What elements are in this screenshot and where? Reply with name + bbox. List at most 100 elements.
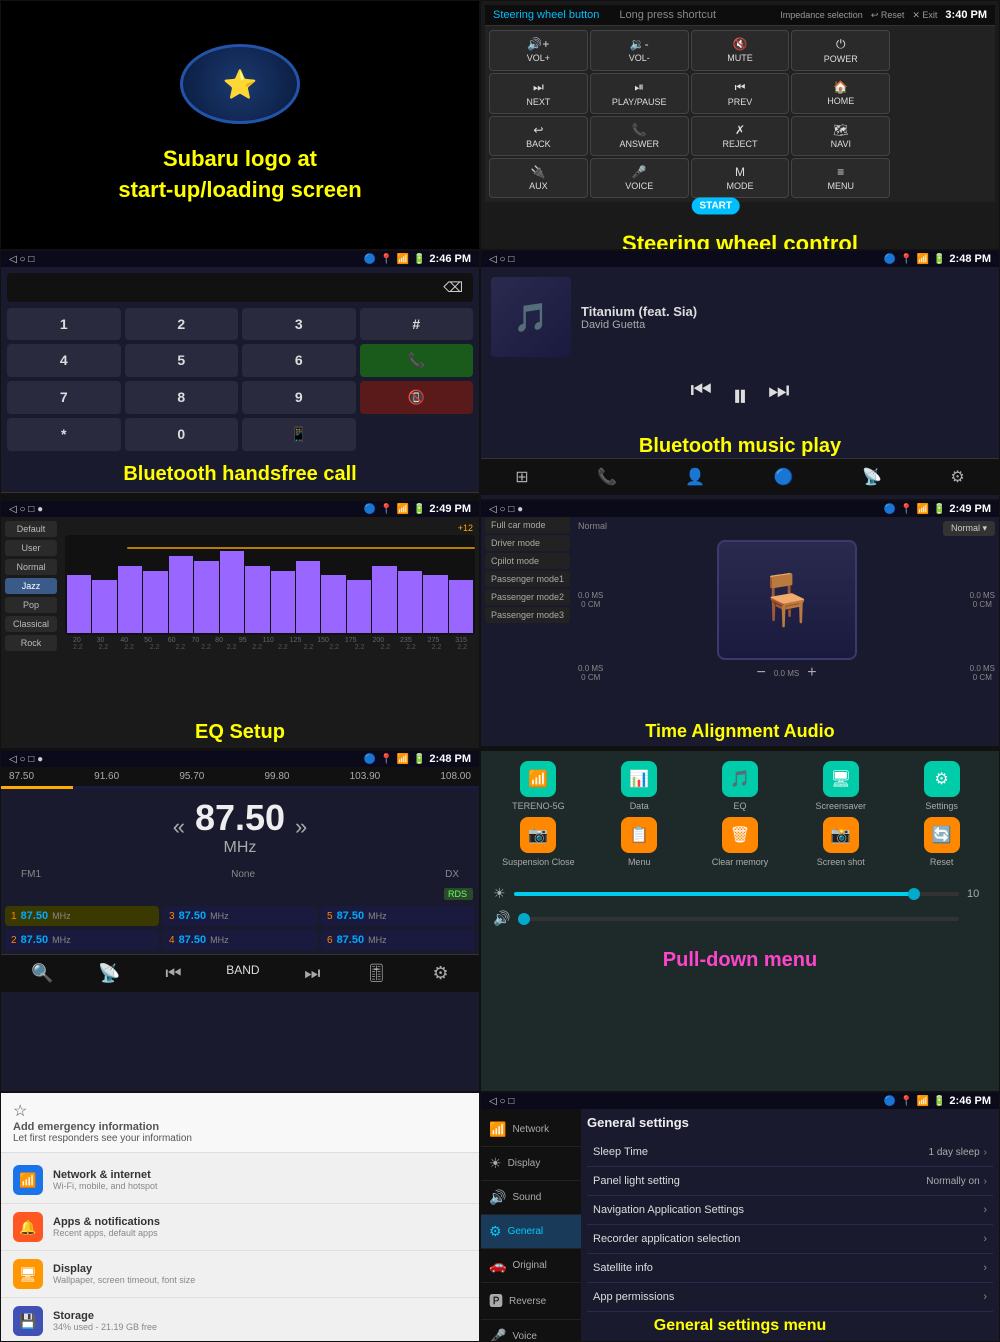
eq-preset-rock[interactable]: Rock [5,635,57,651]
pd-item-eq[interactable]: 🎵 EQ [693,761,788,811]
navi-btn[interactable]: 🗺NAVI [791,116,890,156]
preset-5[interactable]: 5 87.50 MHz [321,906,475,926]
dial-key-7[interactable]: 7 [7,381,121,414]
play-pause-btn-music[interactable]: ⏸ [732,377,748,415]
radio-next-track[interactable]: ⏭ [304,963,320,984]
next-track-btn[interactable]: ⏭ [768,377,790,415]
prev-btn[interactable]: ⏮PREV [691,73,790,114]
dial-key-6[interactable]: 6 [242,344,356,377]
general-row-sleep[interactable]: Sleep Time 1 day sleep › [587,1138,993,1167]
dial-key-call[interactable]: 📞 [360,344,474,377]
radio-next-btn[interactable]: » [295,814,307,840]
aux-btn[interactable]: 🔌AUX [489,158,588,198]
dial-key-3[interactable]: 3 [242,308,356,340]
dial-key-4[interactable]: 4 [7,344,121,377]
mode-full-car[interactable]: Full car mode [485,517,570,533]
pd-item-suspension[interactable]: 📷 Suspension Close [491,817,586,867]
music-nav-bt2[interactable]: 📡 [862,467,882,487]
music-nav-settings[interactable]: ⚙ [950,467,964,487]
menu-btn[interactable]: ≡MENU [791,158,890,198]
vol-plus-btn[interactable]: 🔊+VOL+ [489,30,588,71]
general-row-nav[interactable]: Navigation Application Settings › [587,1196,993,1225]
exit-btn[interactable]: ✕ Exit [912,10,937,21]
pd-item-settings[interactable]: ⚙ Settings [894,761,989,811]
dial-key-contacts[interactable]: 📱 [242,418,356,451]
minus-btn[interactable]: − [757,664,766,682]
music-nav-contacts[interactable]: 👤 [685,467,705,487]
next-btn[interactable]: ⏭NEXT [489,73,588,114]
mode-driver[interactable]: Driver mode [485,535,570,551]
pd-item-menu[interactable]: 📋 Menu [592,817,687,867]
android-item-apps[interactable]: 🔔 Apps & notifications Recent apps, defa… [1,1204,479,1251]
mode-passenger3[interactable]: Passenger mode3 [485,607,570,623]
volume-slider[interactable] [518,917,959,921]
eq-preset-classical[interactable]: Classical [5,616,57,632]
answer-btn[interactable]: 📞ANSWER [590,116,689,156]
mode-passenger1[interactable]: Passenger mode1 [485,571,570,587]
pd-item-reset[interactable]: 🔄 Reset [894,817,989,867]
pd-item-wifi[interactable]: 📶 TERENO-5G [491,761,586,811]
reset-btn[interactable]: ↩ Reset [871,10,905,21]
start-badge[interactable]: START [691,198,740,215]
general-row-recorder[interactable]: Recorder application selection › [587,1225,993,1254]
plus-btn[interactable]: + [807,664,816,682]
dial-key-2[interactable]: 2 [125,308,239,340]
android-item-storage[interactable]: 💾 Storage 34% used - 21.19 GB free [1,1298,479,1342]
sidebar-original[interactable]: 🚗 Original [481,1249,581,1283]
dial-key-0[interactable]: 0 [125,418,239,451]
preset-3[interactable]: 3 87.50 MHz [163,906,317,926]
radio-band-btn[interactable]: BAND [226,963,259,984]
mode-btn[interactable]: MMODE [691,158,790,198]
power-btn[interactable]: ⏻POWER [791,30,890,71]
pd-item-screensaver[interactable]: 🖥 Screensaver [793,761,888,811]
volume-thumb[interactable] [518,913,530,925]
dial-key-1[interactable]: 1 [7,308,121,340]
sidebar-general[interactable]: ⚙ General [481,1215,581,1249]
dial-key-star[interactable]: * [7,418,121,451]
brightness-thumb[interactable] [908,888,920,900]
eq-preset-pop[interactable]: Pop [5,597,57,613]
home-btn[interactable]: 🏠HOME [791,73,890,114]
dial-key-end[interactable]: 📵 [360,381,474,414]
reject-btn[interactable]: ✗REJECT [691,116,790,156]
android-item-network[interactable]: 📶 Network & internet Wi-Fi, mobile, and … [1,1157,479,1204]
voice-btn[interactable]: 🎤VOICE [590,158,689,198]
music-nav-apps[interactable]: ⊞ [515,467,528,487]
brightness-slider[interactable] [514,892,959,896]
radio-antenna-btn[interactable]: 📡 [98,963,120,984]
eq-preset-user[interactable]: User [5,540,57,556]
pd-item-screenshot[interactable]: 📸 Screen shot [793,817,888,867]
back-btn[interactable]: ↩BACK [489,116,588,156]
sidebar-network[interactable]: 📶 Network [481,1113,581,1147]
dial-key-hash[interactable]: # [360,308,474,340]
radio-prev-btn[interactable]: « [173,814,185,840]
sidebar-sound[interactable]: 🔊 Sound [481,1181,581,1215]
prev-track-btn[interactable]: ⏮ [690,377,712,415]
steering-tab-1[interactable]: Steering wheel button [493,9,599,21]
eq-preset-jazz[interactable]: Jazz [5,578,57,594]
preset-1[interactable]: 1 87.50 MHz [5,906,159,926]
radio-prev-track[interactable]: ⏮ [165,963,181,984]
pd-item-clear[interactable]: 🗑 Clear memory [693,817,788,867]
radio-eq-btn[interactable]: 🎚 [365,963,388,984]
music-nav-bt[interactable]: 🔵 [774,467,794,487]
android-item-display[interactable]: 🖥 Display Wallpaper, screen timeout, fon… [1,1251,479,1298]
dial-key-5[interactable]: 5 [125,344,239,377]
radio-search-btn[interactable]: 🔍 [31,963,53,984]
play-pause-btn[interactable]: ⏯PLAY/PAUSE [590,73,689,114]
music-nav-phone[interactable]: 📞 [597,467,617,487]
vol-minus-btn[interactable]: 🔉-VOL- [590,30,689,71]
preset-4[interactable]: 4 87.50 MHz [163,930,317,950]
dial-key-9[interactable]: 9 [242,381,356,414]
eq-preset-default[interactable]: Default [5,521,57,537]
sidebar-display[interactable]: ☀ Display [481,1147,581,1181]
eq-preset-normal[interactable]: Normal [5,559,57,575]
mode-cpilot[interactable]: Cpilot mode [485,553,570,569]
impedance-selection[interactable]: Impedance selection [780,10,863,21]
dial-key-8[interactable]: 8 [125,381,239,414]
steering-tab-2[interactable]: Long press shortcut [619,9,716,21]
normal-dropdown[interactable]: Normal ▾ [943,521,995,536]
preset-6[interactable]: 6 87.50 MHz [321,930,475,950]
preset-2[interactable]: 2 87.50 MHz [5,930,159,950]
radio-settings-btn[interactable]: ⚙ [433,963,449,984]
